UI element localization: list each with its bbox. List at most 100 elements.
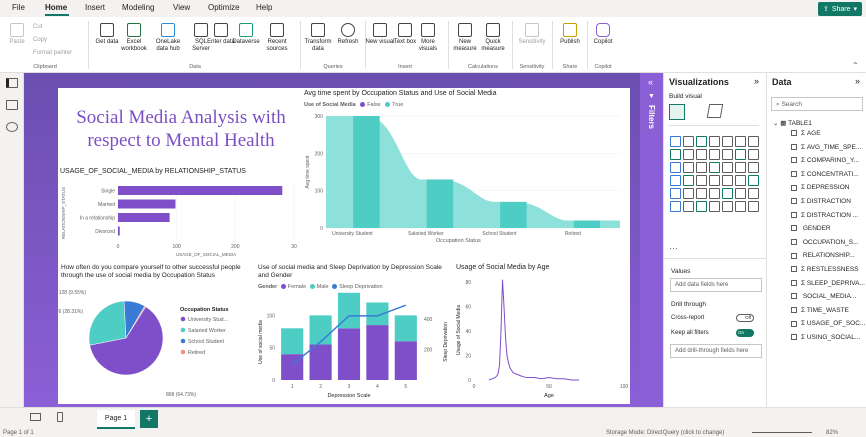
visual-type-icon[interactable] [709,136,720,147]
visual-type-icon[interactable] [709,175,720,186]
transform-data-button[interactable]: Transform data [303,17,333,63]
visual-type-icon[interactable] [748,201,759,212]
visual-type-icon[interactable] [696,162,707,173]
visual-type-icon[interactable] [722,136,733,147]
collapse-icon[interactable]: » [855,76,860,86]
build-visual-icon[interactable] [669,104,685,120]
checkbox[interactable] [791,143,797,150]
publish-button[interactable]: Publish [555,17,585,63]
visual-type-icon[interactable] [748,175,759,186]
data-field[interactable]: Σ DEPRESSION [791,184,849,191]
area-chart[interactable]: Avg time spent by Occupation Status and … [302,88,630,260]
checkbox[interactable] [791,239,797,246]
data-field[interactable]: Σ DISTRACTION ... [791,212,858,219]
visual-type-icon[interactable] [735,149,746,160]
visual-type-icon[interactable] [696,136,707,147]
data-field[interactable]: Σ RESTLESSNESS [791,266,859,273]
search-input[interactable]: ⌕ Search [771,97,863,111]
combo-chart[interactable]: Use of social media and Sleep Deprivatio… [256,262,452,404]
menu-file[interactable]: File [12,3,25,12]
checkbox[interactable] [791,252,797,259]
visual-type-icon[interactable] [709,201,720,212]
zoom-slider[interactable] [752,432,812,433]
table-node[interactable]: ⌄ ▦ TABLE1 [773,119,812,127]
checkbox[interactable] [791,211,797,218]
data-field[interactable]: Σ TIME_WASTE [791,307,849,314]
visual-type-icon[interactable] [748,136,759,147]
visual-type-icon[interactable] [670,188,681,199]
collapse-ribbon-icon[interactable]: ⌃ [852,61,859,70]
sensitivity-button[interactable]: Sensitivity [515,17,549,63]
cross-report-toggle[interactable]: Off [736,314,754,322]
table-view-icon[interactable] [6,100,18,110]
more-icon[interactable]: ··· [669,243,678,253]
onelake-button[interactable]: OneLake data hub [150,17,186,63]
checkbox[interactable] [791,266,797,273]
data-field[interactable]: Σ AVG_TIME_SPE... [791,144,861,151]
filters-pane-collapsed[interactable]: « ▼ Filters [640,73,663,407]
visual-type-icon[interactable] [722,188,733,199]
more-visuals-button[interactable]: More visuals [413,17,443,63]
visual-type-icon[interactable] [709,162,720,173]
checkbox[interactable] [791,225,797,232]
report-view-icon[interactable] [6,78,18,88]
copy-button[interactable]: Copy [33,37,47,43]
checkbox[interactable] [791,334,797,341]
visual-type-icon[interactable] [722,162,733,173]
model-view-icon[interactable] [6,122,18,132]
visual-type-icon[interactable] [709,188,720,199]
visual-type-icon[interactable] [670,162,681,173]
storage-mode[interactable]: Storage Mode: DirectQuery (click to chan… [606,430,724,436]
visual-type-icon[interactable] [683,188,694,199]
visual-type-icon[interactable] [709,149,720,160]
visual-type-icon[interactable] [748,162,759,173]
data-field[interactable]: GENDER [791,225,831,232]
format-painter-button[interactable]: Format painter [33,50,72,56]
visual-type-icon[interactable] [748,149,759,160]
visual-type-icon[interactable] [696,201,707,212]
visual-type-icon[interactable] [696,188,707,199]
pie-chart[interactable]: How often do you compare yourself to oth… [58,262,254,404]
checkbox[interactable] [791,130,797,137]
visual-type-icon[interactable] [735,136,746,147]
share-button[interactable]: ⇪ Share ▾ [818,2,862,16]
excel-button[interactable]: Excel workbook [118,17,150,63]
checkbox[interactable] [791,307,797,314]
visual-type-icon[interactable] [722,149,733,160]
menu-home[interactable]: Home [45,3,67,12]
data-field[interactable]: OCCUPATION_S... [791,239,859,246]
checkbox[interactable] [791,157,797,164]
visual-type-icon[interactable] [683,162,694,173]
title-textbox[interactable]: Social Media Analysis with respect to Me… [62,106,300,156]
visual-type-icon[interactable] [735,201,746,212]
checkbox[interactable] [791,293,797,300]
visual-type-icon[interactable] [735,188,746,199]
data-field[interactable]: Σ AGE [791,130,821,137]
visual-type-icon[interactable] [683,175,694,186]
checkbox[interactable] [791,320,797,327]
quick-measure-button[interactable]: Quick measure [478,17,508,63]
keep-filters-toggle[interactable]: On [736,329,754,337]
drill-through-well[interactable]: Add drill-through fields here [670,344,762,358]
recent-sources-button[interactable]: Recent sources [262,17,292,63]
visual-type-icon[interactable] [748,188,759,199]
visual-type-icon[interactable] [683,136,694,147]
visual-type-icon[interactable] [735,162,746,173]
copilot-button[interactable]: Copilot [588,17,618,63]
visual-type-icon[interactable] [722,175,733,186]
menu-modeling[interactable]: Modeling [122,3,154,12]
visual-type-icon[interactable] [722,201,733,212]
visual-type-icon[interactable] [683,201,694,212]
visual-type-icon[interactable] [696,175,707,186]
cut-button[interactable]: Cut [33,24,42,30]
menu-help[interactable]: Help [256,3,272,12]
values-well[interactable]: Add data fields here [670,278,762,292]
data-field[interactable]: Σ DISTRACTION [791,198,851,205]
data-field[interactable]: Σ USAGE_OF_SOC... [791,320,865,327]
new-measure-button[interactable]: New measure [450,17,480,63]
menu-view[interactable]: View [173,3,190,12]
collapse-icon[interactable]: » [754,76,759,86]
checkbox[interactable] [791,198,797,205]
dataverse-button[interactable]: Dataverse [231,17,261,63]
visual-type-icon[interactable] [670,201,681,212]
